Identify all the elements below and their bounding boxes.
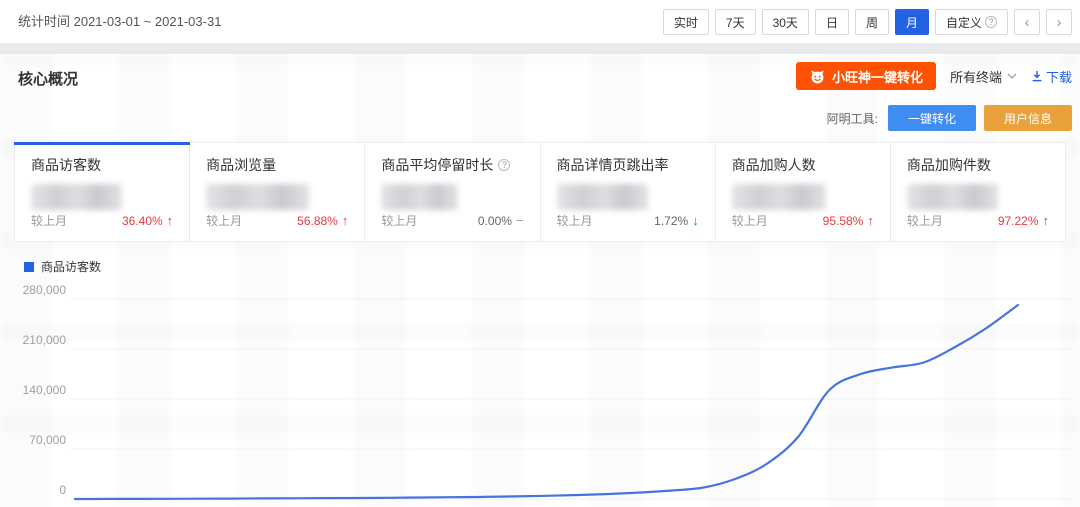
- metric-card-5[interactable]: 商品加购件数较上月 97.22%↑: [891, 143, 1065, 241]
- arrow-up-icon: ↑: [1043, 213, 1050, 228]
- metric-title: 商品平均停留时长?: [381, 155, 523, 175]
- date-range-group: 实时7天30天日周月自定义? ‹ ›: [663, 9, 1072, 35]
- range-button-0[interactable]: 实时: [663, 9, 709, 35]
- chevron-down-icon: [1007, 73, 1017, 79]
- aming-tools-row: 阿明工具: 一键转化 用户信息: [827, 105, 1072, 131]
- help-icon: ?: [498, 159, 510, 171]
- metric-value-redacted: [206, 184, 308, 210]
- stat-time-label: 统计时间 2021-03-01 ~ 2021-03-31: [18, 0, 221, 44]
- metric-value-redacted: [907, 184, 998, 210]
- metric-title: 商品加购件数: [907, 155, 1049, 175]
- compare-label: 较上月: [381, 212, 417, 229]
- metric-card-3[interactable]: 商品详情页跳出率较上月 1.72%↓: [541, 143, 716, 241]
- y-axis-tick: 0: [0, 483, 66, 499]
- compare-row: 较上月 0.00%−: [381, 212, 523, 229]
- y-axis-tick: 70,000: [0, 433, 66, 449]
- change-percent: 1.72%↓: [654, 213, 699, 228]
- download-link[interactable]: 下载: [1031, 67, 1072, 86]
- one-key-convert-button[interactable]: 一键转化: [888, 105, 976, 131]
- metric-card-4[interactable]: 商品加购人数较上月 95.58%↑: [716, 143, 891, 241]
- compare-label: 较上月: [907, 212, 943, 229]
- wangshen-convert-button[interactable]: 小旺神一键转化: [796, 62, 936, 90]
- metric-value-redacted: [732, 184, 826, 210]
- arrow-up-icon: ↑: [167, 213, 174, 228]
- visitors-line-chart[interactable]: 0 70,000 140,000 210,000 280,000: [0, 284, 1080, 507]
- change-percent: 36.40%↑: [122, 213, 173, 228]
- change-percent: 95.58%↑: [823, 213, 874, 228]
- arrow-down-icon: ↓: [692, 213, 699, 228]
- y-axis-tick: 140,000: [0, 383, 66, 399]
- metric-value-redacted: [557, 184, 648, 210]
- range-button-5[interactable]: 月: [895, 9, 929, 35]
- y-axis-tick: 210,000: [0, 333, 66, 349]
- arrow-up-icon: ↑: [867, 213, 874, 228]
- download-icon: [1031, 70, 1043, 82]
- metric-title: 商品加购人数: [732, 155, 874, 175]
- compare-label: 较上月: [31, 212, 67, 229]
- tools-label: 阿明工具:: [827, 110, 878, 127]
- metric-title: 商品详情页跳出率: [557, 155, 699, 175]
- page-title: 核心概况: [18, 68, 78, 89]
- arrow-up-icon: ↑: [342, 213, 349, 228]
- metric-card-2[interactable]: 商品平均停留时长? 较上月 0.00%−: [365, 143, 540, 241]
- compare-label: 较上月: [732, 212, 768, 229]
- user-info-button[interactable]: 用户信息: [984, 105, 1072, 131]
- range-button-1[interactable]: 7天: [715, 9, 756, 35]
- terminal-dropdown[interactable]: 所有终端: [950, 67, 1017, 86]
- flat-dash-icon: −: [516, 213, 524, 228]
- mascot-icon: [809, 68, 826, 85]
- metric-title: 商品浏览量: [206, 155, 348, 175]
- legend-label: 商品访客数: [41, 258, 101, 275]
- change-percent: 56.88%↑: [297, 213, 348, 228]
- chart-canvas: [0, 284, 1080, 507]
- range-button-4[interactable]: 周: [855, 9, 889, 35]
- metric-card-0[interactable]: 商品访客数较上月 36.40%↑: [15, 143, 190, 241]
- y-axis-tick: 280,000: [0, 283, 66, 299]
- compare-row: 较上月 1.72%↓: [557, 212, 699, 229]
- metric-cards-row: 商品访客数较上月 36.40%↑ 商品浏览量较上月 56.88%↑ 商品平均停留时长? 较…: [14, 142, 1066, 242]
- range-button-6[interactable]: 自定义?: [935, 9, 1008, 35]
- metric-value-redacted: [31, 184, 122, 210]
- next-period-button[interactable]: ›: [1046, 9, 1072, 35]
- compare-row: 较上月 95.58%↑: [732, 212, 874, 229]
- prev-period-button[interactable]: ‹: [1014, 9, 1040, 35]
- change-percent: 0.00%−: [478, 213, 524, 228]
- dashboard-screen: 统计时间 2021-03-01 ~ 2021-03-31 实时7天30天日周月自…: [0, 0, 1080, 507]
- range-button-2[interactable]: 30天: [762, 9, 809, 35]
- legend-swatch: [24, 262, 34, 272]
- panel-header-actions: 小旺神一键转化 所有终端 下载: [796, 62, 1072, 90]
- compare-row: 较上月 36.40%↑: [31, 212, 173, 229]
- range-button-3[interactable]: 日: [815, 9, 849, 35]
- metric-card-1[interactable]: 商品浏览量较上月 56.88%↑: [190, 143, 365, 241]
- compare-row: 较上月 97.22%↑: [907, 212, 1049, 229]
- date-filter-bar: 统计时间 2021-03-01 ~ 2021-03-31 实时7天30天日周月自…: [0, 0, 1080, 44]
- compare-row: 较上月 56.88%↑: [206, 212, 348, 229]
- metric-value-redacted: [381, 184, 458, 210]
- help-icon: ?: [985, 16, 997, 28]
- compare-label: 较上月: [557, 212, 593, 229]
- chart-legend[interactable]: 商品访客数: [24, 258, 101, 275]
- compare-label: 较上月: [206, 212, 242, 229]
- change-percent: 97.22%↑: [998, 213, 1049, 228]
- core-overview-panel: 核心概况 小旺神一键转化 所有终端: [0, 54, 1080, 507]
- metric-title: 商品访客数: [31, 155, 173, 175]
